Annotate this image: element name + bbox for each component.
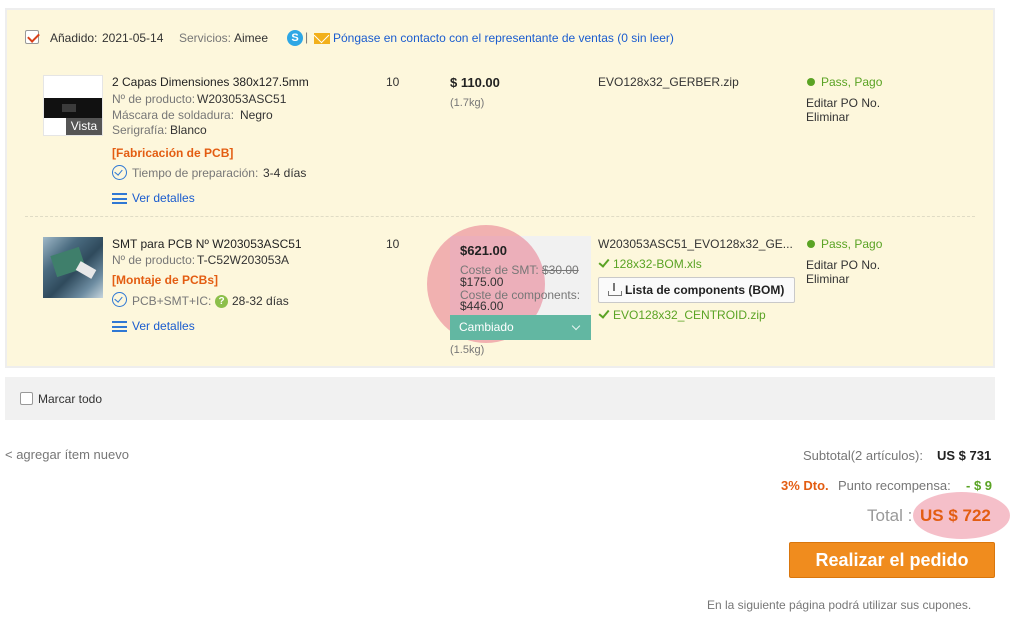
view-details-link[interactable]: Ver detalles (132, 319, 195, 333)
pcb-thumbnail[interactable]: Vista (43, 75, 103, 136)
reward-label: Punto recompensa: (838, 478, 951, 493)
clock-icon (112, 165, 127, 180)
status-dot (807, 78, 815, 86)
item-qty: 10 (386, 75, 400, 89)
contact-sales-link[interactable]: Póngase en contacto con el representante… (333, 31, 674, 45)
reward-value: - $ 9 (966, 478, 993, 493)
centroid-file-link[interactable]: EVO128x32_CENTROID.zip (613, 308, 766, 322)
total-value: US $ 722 (920, 506, 991, 525)
services-name: Aimee (234, 31, 269, 45)
status-text: Pass, Pago (821, 237, 883, 251)
help-icon[interactable]: ? (215, 295, 228, 308)
select-all-bar (5, 377, 995, 420)
add-new-item-link[interactable]: < agregar ítem nuevo (5, 447, 129, 462)
added-label: Añadido: (50, 31, 98, 45)
components-cost-value: $446.00 (460, 299, 504, 313)
item-weight: (1.7kg) (450, 97, 485, 109)
smt-file-link[interactable]: W203053ASC51_EVO128x32_GE... (598, 237, 793, 251)
coupon-note: En la siguiente página podrá utilizar su… (707, 598, 972, 612)
status-text: Pass, Pago (821, 75, 883, 89)
prep-time-value: 3-4 días (263, 166, 307, 180)
select-all-label[interactable]: Marcar todo (38, 392, 102, 406)
gerber-file-link[interactable]: EVO128x32_GERBER.zip (598, 75, 739, 89)
order-checkbox[interactable] (25, 30, 39, 44)
prep-time-value: 28-32 días (232, 294, 289, 308)
smt-cost-old: $30.00 (542, 263, 579, 277)
silk-label: Serigrafía: (112, 123, 168, 137)
subtotal-value: US $ 731 (937, 448, 992, 463)
added-date: 2021-05-14 (102, 31, 164, 45)
edit-po-link[interactable]: Editar PO No. (806, 96, 880, 110)
discount-label: 3% Dto. (781, 478, 829, 493)
select-all-checkbox[interactable] (20, 392, 33, 405)
item-title: 2 Capas Dimensiones 380x127.5mm (112, 75, 309, 89)
edit-po-link[interactable]: Editar PO No. (806, 258, 880, 272)
pcb-image (44, 98, 102, 118)
mail-icon[interactable] (314, 33, 330, 44)
subtotal-label: Subtotal(2 artículos): (803, 448, 923, 463)
separator: | (305, 30, 309, 44)
status-dot (807, 240, 815, 248)
category-label: [Montaje de PCBs] (112, 273, 219, 287)
smt-thumbnail[interactable] (43, 237, 103, 298)
item-price: $ 110.00 (450, 75, 500, 90)
smt-cost-value: $175.00 (460, 275, 504, 289)
changed-dropdown[interactable]: Cambiado (450, 315, 591, 340)
chevron-down-icon (571, 321, 581, 331)
delete-link[interactable]: Eliminar (806, 272, 849, 286)
bom-button-label: Lista de components (BOM) (625, 283, 785, 297)
list-icon (112, 321, 127, 332)
product-no-label: Nº de producto: (112, 92, 196, 106)
item-title: SMT para PCB Nº W203053ASC51 (112, 237, 302, 251)
item-divider (25, 216, 975, 217)
product-no-label: Nº de producto: (112, 253, 196, 267)
silk-value: Blanco (170, 123, 207, 137)
mask-value: Negro (240, 108, 273, 122)
item-weight: (1.5kg) (450, 344, 485, 356)
total-label: Total : (867, 506, 913, 525)
prep-time-label: Tiempo de preparación: (132, 166, 259, 180)
download-icon (608, 283, 622, 296)
view-details-link[interactable]: Ver detalles (132, 191, 195, 205)
bom-file-link[interactable]: 128x32-BOM.xls (613, 257, 702, 271)
clock-icon (112, 292, 127, 307)
product-no: T-C52W203053A (197, 253, 290, 267)
view-button[interactable]: Vista (66, 118, 102, 135)
item-qty: 10 (386, 237, 400, 251)
bom-list-button[interactable]: Lista de components (BOM) (598, 277, 795, 303)
services-label: Servicios: (179, 31, 232, 45)
item-price: $621.00 (460, 243, 507, 258)
category-label: [Fabricación de PCB] (112, 146, 234, 160)
place-order-button[interactable]: Realizar el pedido (789, 542, 995, 578)
list-icon (112, 193, 127, 204)
delete-link[interactable]: Eliminar (806, 110, 849, 124)
mask-label: Máscara de soldadura: (112, 108, 235, 122)
product-no: W203053ASC51 (197, 92, 287, 106)
prep-time-label: PCB+SMT+IC: (132, 294, 212, 308)
skype-icon[interactable]: S (287, 30, 303, 46)
changed-label: Cambiado (459, 320, 514, 334)
